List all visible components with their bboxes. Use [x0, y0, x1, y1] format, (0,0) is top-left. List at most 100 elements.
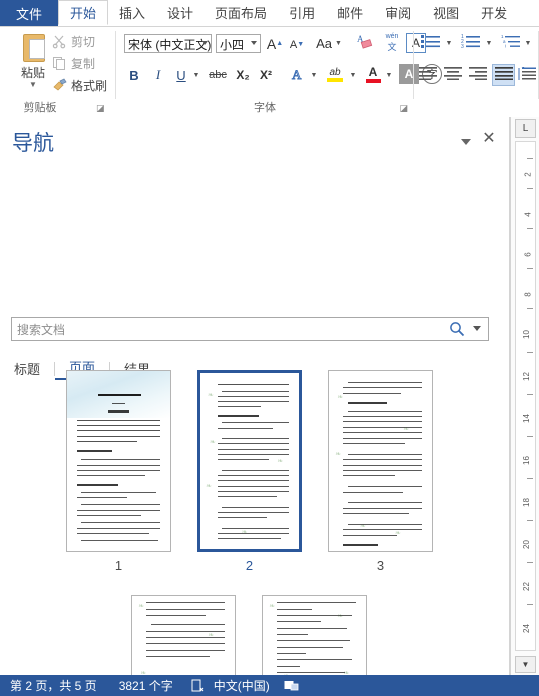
- highlight-dropdown-arrow[interactable]: ▼: [347, 69, 359, 81]
- cut-button[interactable]: 剪切: [52, 33, 95, 50]
- align-right-icon: [469, 67, 487, 83]
- format-painter-button[interactable]: 格式刷: [52, 77, 107, 94]
- text-effects-dropdown-arrow[interactable]: ▼: [308, 69, 320, 81]
- font-size-dropdown-arrow[interactable]: [251, 41, 257, 45]
- font-name-dropdown-arrow[interactable]: [202, 41, 208, 45]
- justify-button[interactable]: [492, 64, 515, 86]
- paste-dropdown-arrow[interactable]: ▼: [10, 81, 56, 89]
- highlight-icon: ab: [329, 66, 341, 78]
- ruler-tick-label: 24: [522, 624, 532, 633]
- clear-formatting-button[interactable]: A: [354, 33, 376, 54]
- search-icon[interactable]: [449, 321, 465, 337]
- thumbnail-item[interactable]: ❧ ❧ ❧ ❧ ❧: [197, 370, 302, 573]
- numbering-dropdown-arrow[interactable]: ▼: [483, 37, 495, 49]
- ruler-tick-label: 4: [523, 212, 533, 217]
- align-center-button[interactable]: [442, 65, 464, 85]
- page-thumbnail[interactable]: [66, 370, 171, 552]
- font-size-combo[interactable]: 小四: [216, 34, 261, 53]
- change-case-label: Aa: [316, 36, 332, 51]
- navigation-title: 导航: [12, 132, 54, 155]
- svg-text:A: A: [292, 67, 302, 82]
- ribbon-body: 粘贴 ▼ 剪切 复制 格式刷 剪贴板 ◪ 宋体 (中文正文) 小四 A ▲ A …: [0, 27, 539, 118]
- strikethrough-button[interactable]: abc: [206, 65, 230, 85]
- tab-file[interactable]: 文件: [0, 0, 58, 26]
- font-color-dropdown-arrow[interactable]: ▼: [383, 69, 395, 81]
- copy-button[interactable]: 复制: [52, 55, 95, 72]
- scroll-down-button[interactable]: ▼: [515, 656, 536, 673]
- tab-view[interactable]: 视图: [422, 0, 470, 25]
- tab-stop-selector[interactable]: L: [515, 119, 536, 138]
- tab-developer[interactable]: 开发: [470, 0, 518, 25]
- tab-insert[interactable]: 插入: [108, 0, 156, 25]
- bold-label: B: [129, 67, 139, 83]
- tab-mailings[interactable]: 邮件: [326, 0, 374, 25]
- ruler-tick-label: 8: [523, 292, 533, 297]
- chevron-down-icon[interactable]: [461, 139, 471, 145]
- multilevel-list-icon: 1 a i: [501, 34, 521, 51]
- phonetic-guide-button[interactable]: wén 文: [380, 32, 404, 54]
- clipboard-dialog-launcher[interactable]: ◪: [96, 103, 105, 114]
- underline-button[interactable]: U: [172, 65, 190, 85]
- tab-references[interactable]: 引用: [278, 0, 326, 25]
- status-language[interactable]: 中文(中国): [214, 677, 270, 694]
- font-name-value: 宋体 (中文正文): [128, 38, 212, 52]
- tab-review[interactable]: 审阅: [374, 0, 422, 25]
- font-color-button[interactable]: A: [363, 63, 383, 85]
- tab-page-layout[interactable]: 页面布局: [204, 0, 278, 25]
- multilevel-list-button[interactable]: 1 a i: [500, 33, 522, 51]
- tab-home[interactable]: 开始: [58, 0, 109, 25]
- page-thumbnail-list[interactable]: 1 ❧ ❧ ❧ ❧ ❧: [0, 370, 509, 696]
- page-thumbnail[interactable]: ❧ ❧ ❧ ❧ ❧: [328, 370, 433, 552]
- ruler-tick-label: 22: [522, 582, 532, 591]
- ruler-tick-label: 2: [523, 172, 533, 177]
- shrink-font-button[interactable]: A ▼: [288, 35, 306, 54]
- group-clipboard: 粘贴 ▼ 剪切 复制 格式刷 剪贴板 ◪: [0, 27, 116, 117]
- ruler-tick-label: 14: [522, 414, 532, 423]
- shrink-font-label: A: [289, 38, 298, 51]
- bullets-button[interactable]: [420, 33, 442, 51]
- ribbon-tabbar: 文件 开始 插入 设计 页面布局 引用 邮件 审阅 视图 开发: [0, 0, 539, 27]
- font-size-value: 小四: [220, 38, 245, 52]
- word-window: 文件 开始 插入 设计 页面布局 引用 邮件 审阅 视图 开发 粘贴 ▼ 剪切 …: [0, 0, 539, 696]
- subscript-button[interactable]: X₂: [233, 65, 253, 85]
- tab-design[interactable]: 设计: [156, 0, 204, 25]
- font-dialog-launcher[interactable]: ◪: [399, 103, 408, 114]
- underline-dropdown-arrow[interactable]: ▼: [190, 69, 202, 81]
- group-paragraph: ▼ 1 2 3 ▼ 1 a i ▼: [414, 27, 539, 117]
- vertical-ruler[interactable]: L 2 4 6 8 10 12 14 16 18 20 22 24 ▼: [510, 117, 539, 675]
- text-effects-button[interactable]: A: [288, 65, 308, 85]
- search-options-dropdown-arrow[interactable]: [473, 326, 481, 331]
- change-case-button[interactable]: Aa ▼: [314, 34, 344, 53]
- thumbnail-item[interactable]: 1: [66, 370, 171, 573]
- ruler-track[interactable]: 2 4 6 8 10 12 14 16 18 20 22 24: [515, 141, 536, 651]
- highlight-button[interactable]: ab: [324, 63, 346, 85]
- align-left-button[interactable]: [417, 65, 439, 85]
- text-effects-icon: A: [290, 66, 306, 85]
- close-icon[interactable]: ✕: [481, 131, 497, 147]
- clipboard-group-label: 剪贴板: [23, 102, 57, 114]
- multilevel-dropdown-arrow[interactable]: ▼: [522, 37, 534, 49]
- italic-button[interactable]: I: [148, 65, 168, 85]
- bullets-dropdown-arrow[interactable]: ▼: [443, 37, 455, 49]
- bold-button[interactable]: B: [124, 65, 144, 85]
- search-row: 搜索文档: [11, 317, 489, 341]
- distribute-button[interactable]: [516, 64, 539, 86]
- proofing-icon[interactable]: [191, 679, 206, 693]
- copy-label: 复制: [71, 57, 96, 71]
- superscript-button[interactable]: X²: [256, 65, 276, 85]
- font-name-combo[interactable]: 宋体 (中文正文): [124, 34, 212, 53]
- align-left-icon: [419, 67, 437, 83]
- align-right-button[interactable]: [467, 65, 489, 85]
- status-page-info[interactable]: 第 2 页，共 5 页: [10, 677, 97, 694]
- numbering-button[interactable]: 1 2 3: [460, 33, 482, 51]
- ruler-tick-label: 12: [522, 372, 532, 381]
- macro-icon[interactable]: [284, 679, 299, 693]
- grow-font-button[interactable]: A ▲: [266, 34, 284, 53]
- page-thumbnail[interactable]: ❧ ❧ ❧ ❧ ❧: [197, 370, 302, 552]
- paste-button[interactable]: 粘贴 ▼: [10, 31, 56, 89]
- paste-label: 粘贴: [20, 66, 45, 80]
- thumbnail-item[interactable]: ❧ ❧ ❧ ❧ ❧: [328, 370, 433, 573]
- search-placeholder: 搜索文档: [17, 323, 66, 337]
- font-color-label: A: [368, 65, 378, 79]
- status-word-count[interactable]: 3821 个字: [119, 677, 173, 694]
